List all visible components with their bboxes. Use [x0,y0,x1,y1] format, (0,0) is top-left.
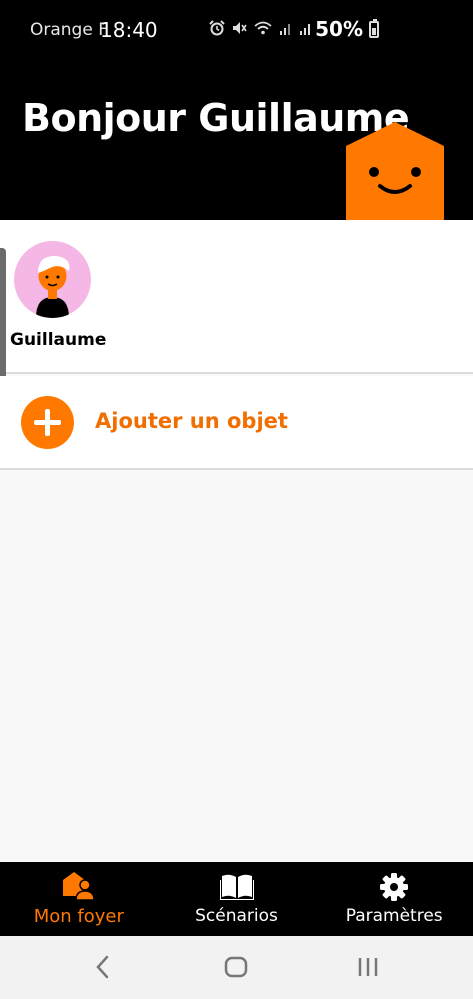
battery-percent: 50% [315,17,363,41]
home-icon[interactable] [224,954,248,980]
nav-label: Paramètres [345,906,443,926]
avatar-icon [36,255,70,318]
nav-item-scenarios[interactable]: Scénarios [158,862,316,936]
recent-apps-icon[interactable] [357,954,379,980]
signal-icon [280,24,290,35]
nav-label: Mon foyer [33,906,124,927]
home-people-icon [62,872,95,900]
house-mascot-icon [346,122,444,220]
nav-item-parametres[interactable]: Paramètres [315,862,473,936]
member-name: Guillaume [10,330,107,350]
add-object-button[interactable]: Ajouter un objet [0,376,473,470]
mute-icon [233,22,247,34]
header: Orange F 18:40 50% Bonjour Guillaume [0,0,473,220]
system-navigation-bar [0,936,473,999]
app-screen: Orange F 18:40 50% Bonjour Guillaume Gui… [0,0,473,999]
gear-icon [380,873,409,901]
avatar[interactable] [14,241,91,318]
battery-icon [369,19,379,38]
bottom-nav: Mon foyer Scénarios Paramètres [0,862,473,936]
plus-icon [21,396,74,449]
carrier-name: Orange F [30,20,108,40]
add-object-label: Ajouter un objet [95,409,288,433]
back-icon[interactable] [94,954,112,980]
nav-item-mon-foyer[interactable]: Mon foyer [0,862,158,936]
status-bar: Orange F 18:40 50% [0,0,473,60]
status-icons [209,20,313,36]
nav-label: Scénarios [195,906,278,926]
status-time: 18:40 [100,18,158,42]
alarm-icon [209,20,225,36]
member-card[interactable]: Guillaume [0,220,473,374]
book-icon [219,874,254,900]
signal-icon [300,24,310,35]
wifi-icon [254,21,272,35]
